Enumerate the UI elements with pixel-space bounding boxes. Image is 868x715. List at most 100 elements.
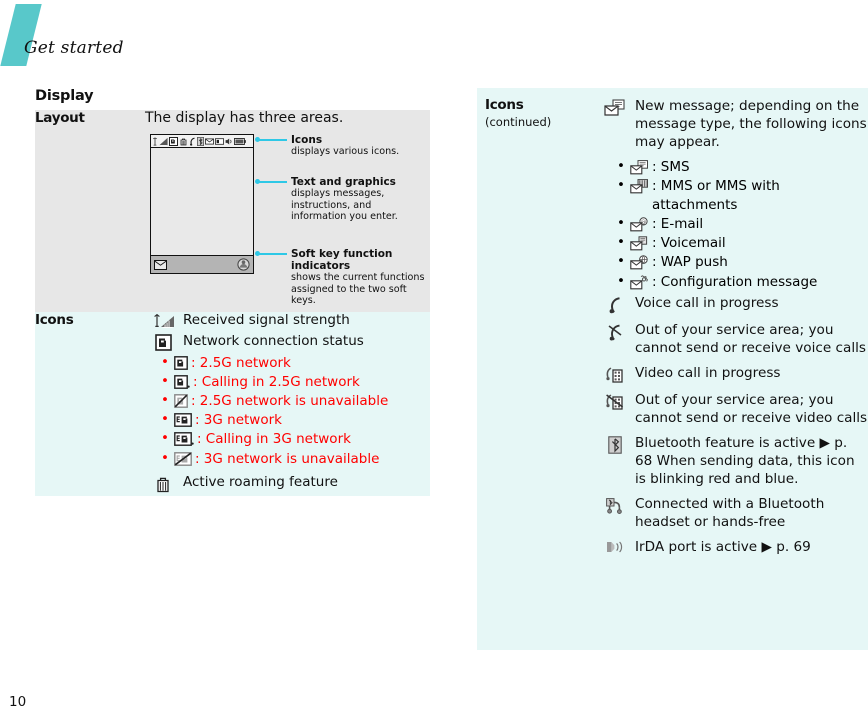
bullet-dot: • <box>617 272 625 289</box>
bluetooth-icon <box>595 434 635 454</box>
row-label-title: Icons <box>485 97 524 113</box>
list-item: • : 3G network <box>161 411 430 429</box>
bullet-dot: • <box>617 234 625 251</box>
list-item-label: : WAP push <box>651 254 728 271</box>
g-2_5g-calling-icon <box>174 374 190 389</box>
list-item-label: : 2.5G network is unavailable <box>190 392 389 409</box>
new-message-icon <box>595 97 635 117</box>
bullet-dot: • <box>617 214 625 231</box>
section-heading-display: Display <box>35 88 94 104</box>
list-item: Out of your service area; you cannot sen… <box>595 391 868 427</box>
callout-line <box>259 181 287 183</box>
list-item: Received signal strength <box>143 312 430 330</box>
bullet-dot: • <box>161 449 169 466</box>
list-item-label: : E-mail <box>651 215 704 232</box>
bullet-dot: • <box>161 372 169 389</box>
antenna-icon <box>153 136 157 146</box>
roaming-bag-icon <box>180 138 187 145</box>
list-item: • : Configuration message <box>617 273 868 291</box>
phone-status-bar <box>151 135 253 148</box>
video-call-icon <box>595 364 635 384</box>
phone-screen-mock <box>150 134 254 274</box>
bullet-dot: • <box>161 430 169 447</box>
sms-icon <box>630 160 649 175</box>
callout-text: shows the current functions assigned to … <box>291 272 425 307</box>
display-table: Layout The display has three areas. Icon… <box>35 110 430 496</box>
callout-line <box>259 253 287 255</box>
list-item-label: : 3G network <box>194 412 282 429</box>
table-row-layout: Layout The display has three areas. Icon… <box>35 110 430 312</box>
message-status-icon <box>205 137 214 144</box>
list-item-label: Active roaming feature <box>183 473 338 490</box>
bullet-dot: • <box>617 253 625 270</box>
ringer-volume-icon <box>225 138 232 144</box>
list-item: Voice call in progress <box>595 294 868 314</box>
bluetooth-headset-icon <box>595 495 635 515</box>
callout-text: displays messages, instructions, and inf… <box>291 188 398 223</box>
voice-call-icon <box>595 294 635 314</box>
list-item-label: Video call in progress <box>635 364 781 381</box>
voicemail-icon <box>630 236 649 251</box>
list-item: • : 2.5G network is unavailable <box>161 392 430 410</box>
layout-lead-text: The display has three areas. <box>145 110 344 126</box>
list-item-label: Voice call in progress <box>635 294 779 311</box>
list-item: • : 3G network is unavailable <box>161 450 430 468</box>
phone-text-graphics-area <box>151 148 253 255</box>
row-body-icons: Received signal strength Network connect… <box>143 312 430 496</box>
g-2_5g-unavailable-icon <box>174 394 188 408</box>
list-item: • : Calling in 2.5G network <box>161 373 430 391</box>
list-item-label: New message; depending on the message ty… <box>635 98 867 151</box>
callout-title: Icons <box>291 134 323 146</box>
list-item: Connected with a Bluetooth headset or ha… <box>595 495 868 531</box>
bullet-dot: • <box>161 391 169 408</box>
network-status-bullets: • : 2.5G network • : Calling in 2.5G net… <box>161 354 430 468</box>
list-item: Out of your service area; you cannot sen… <box>595 321 868 357</box>
battery-icon <box>234 137 246 145</box>
mms-icon <box>630 179 649 194</box>
table-row-icons: Icons Received signal strength Network c… <box>35 312 430 496</box>
list-item-label: : Calling in 2.5G network <box>192 373 360 390</box>
list-item-label: Bluetooth feature is active ▶ p. 68 When… <box>635 435 855 488</box>
list-item-label: IrDA port is active ▶ p. 69 <box>635 539 811 556</box>
callout-title: Soft key function indicators <box>291 248 393 273</box>
roaming-icon <box>143 474 183 493</box>
left-column: Display Layout The display has three are… <box>35 88 430 496</box>
list-item-label: Network connection status <box>183 332 364 349</box>
phone-soft-key-bar <box>151 255 253 273</box>
call-handset-icon <box>190 137 195 146</box>
soft-key-menu-icon <box>237 258 250 271</box>
memory-card-icon <box>215 137 224 145</box>
row-body-layout: The display has three areas. Icons displ… <box>143 110 430 312</box>
message-type-bullets: • : SMS • : MMS or MMS with attachments … <box>617 158 868 291</box>
list-item: Network connection status <box>143 333 430 351</box>
voice-call-out-of-service-icon <box>595 321 635 341</box>
row-label-icons-continued: Icons (continued) <box>477 97 595 564</box>
list-item-label: : Voicemail <box>651 235 726 252</box>
list-item: Active roaming feature <box>143 474 430 493</box>
signal-bars-icon <box>159 137 168 146</box>
list-item: New message; depending on the message ty… <box>595 97 868 151</box>
list-item: Video call in progress <box>595 364 868 384</box>
irda-icon <box>595 538 635 554</box>
configuration-message-icon <box>630 274 649 290</box>
list-item: • : MMS or MMS with attachments <box>617 177 868 213</box>
list-item: • @ : E-mail <box>617 215 868 233</box>
list-item: IrDA port is active ▶ p. 69 <box>595 538 868 556</box>
list-item: Bluetooth feature is active ▶ p. 68 When… <box>595 434 868 488</box>
list-item-label: : MMS or MMS with attachments <box>651 178 780 213</box>
page-number: 10 <box>9 694 27 710</box>
bullet-dot: • <box>161 353 169 370</box>
g-3g-icon <box>174 413 192 428</box>
list-item: • : Calling in 3G network <box>161 430 430 448</box>
email-icon: @ <box>630 217 649 232</box>
list-item-label: : SMS <box>651 159 690 176</box>
wap-push-icon <box>630 255 649 270</box>
bluetooth-status-icon <box>197 136 204 146</box>
callout-icons: Icons displays various icons. <box>255 134 427 158</box>
list-item-label: : 3G network is unavailable <box>194 450 380 467</box>
callout-title: Text and graphics <box>291 176 396 188</box>
row-label-layout: Layout <box>35 110 85 126</box>
g-3g-calling-icon <box>174 432 194 447</box>
soft-key-message-icon <box>154 259 167 270</box>
chapter-title: Get started <box>24 38 124 58</box>
